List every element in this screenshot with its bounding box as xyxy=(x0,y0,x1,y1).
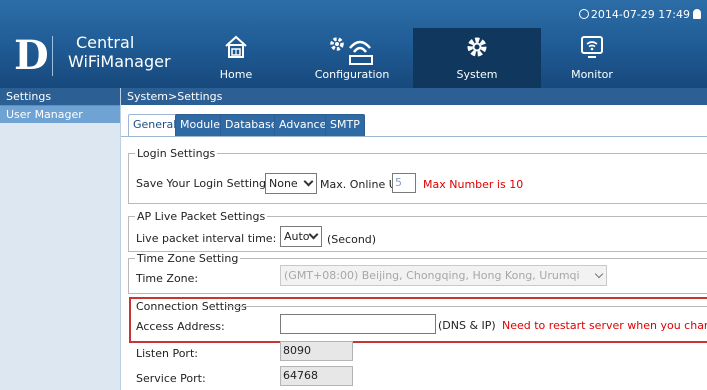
timezone-value: (GMT+08:00) Beijing, Chongqing, Hong Kon… xyxy=(284,269,580,282)
home-icon xyxy=(223,34,249,63)
nav-tab-monitor-label: Monitor xyxy=(571,68,613,81)
top-header: 2014-07-29 17:49 D Central WiFiManager H… xyxy=(0,0,707,88)
save-login-value: None xyxy=(269,177,298,190)
logo-divider xyxy=(52,36,53,76)
service-port-field: 64768 xyxy=(280,366,353,386)
logo-line2: WiFiManager xyxy=(68,52,171,71)
interval-select[interactable]: Auto xyxy=(280,226,322,247)
save-login-select[interactable]: None xyxy=(265,173,317,194)
max-online-note: Max Number is 10 xyxy=(423,178,524,191)
breadcrumb: System>Settings xyxy=(121,88,707,105)
service-port-label: Service Port: xyxy=(136,372,206,385)
tab-smtp[interactable]: SMTP xyxy=(325,114,365,136)
access-address-hint: (DNS & IP) xyxy=(438,319,496,332)
clock-icon xyxy=(578,9,589,19)
sidebar-header: Settings xyxy=(0,88,120,105)
nav-tab-configuration-label: Configuration xyxy=(314,68,390,81)
nav-tab-home-label: Home xyxy=(219,68,253,81)
monitor-icon xyxy=(579,34,605,63)
nav-tab-system[interactable]: System xyxy=(413,28,541,88)
listen-port-field: 8090 xyxy=(280,341,353,361)
nav-tab-home[interactable]: Home xyxy=(172,28,300,88)
listen-port-label: Listen Port: xyxy=(136,347,198,360)
timezone-select[interactable]: (GMT+08:00) Beijing, Chongqing, Hong Kon… xyxy=(280,265,607,286)
save-login-label: Save Your Login Settings: xyxy=(136,177,276,190)
nav-tab-system-label: System xyxy=(456,68,498,81)
access-address-input[interactable] xyxy=(280,314,436,334)
nav-tab-configuration[interactable]: Configuration xyxy=(288,28,416,88)
sidebar-item-user-manager[interactable]: User Manager xyxy=(0,105,120,123)
max-online-input[interactable]: 5 xyxy=(392,173,416,193)
chevron-down-icon xyxy=(308,229,319,240)
tab-underline xyxy=(121,136,707,137)
access-address-note: Need to restart server when you change xyxy=(502,319,707,332)
tab-module[interactable]: Module xyxy=(175,114,225,136)
tab-general[interactable]: General xyxy=(128,114,182,137)
timezone-legend: Time Zone Setting xyxy=(135,252,241,265)
access-address-label: Access Address: xyxy=(136,320,225,333)
interval-unit: (Second) xyxy=(327,233,377,246)
nav-tab-monitor[interactable]: Monitor xyxy=(528,28,656,88)
connection-legend-line xyxy=(226,306,707,307)
login-settings-legend: Login Settings xyxy=(135,147,218,160)
timezone-label: Time Zone: xyxy=(136,272,199,285)
logo-line1: Central xyxy=(76,33,135,52)
interval-label: Live packet interval time: xyxy=(136,232,277,245)
gear-icon xyxy=(464,34,490,63)
interval-value: Auto xyxy=(284,230,310,243)
logo-letter: D xyxy=(14,32,49,79)
chevron-down-icon xyxy=(303,176,314,187)
sidebar: Settings User Manager xyxy=(0,88,121,390)
datetime: 2014-07-29 17:49 xyxy=(578,8,701,21)
configuration-icon xyxy=(326,34,378,71)
chevron-down-icon xyxy=(594,269,604,279)
user-icon[interactable] xyxy=(693,9,701,19)
datetime-text: 2014-07-29 17:49 xyxy=(590,8,690,21)
ap-live-legend: AP Live Packet Settings xyxy=(135,210,268,223)
